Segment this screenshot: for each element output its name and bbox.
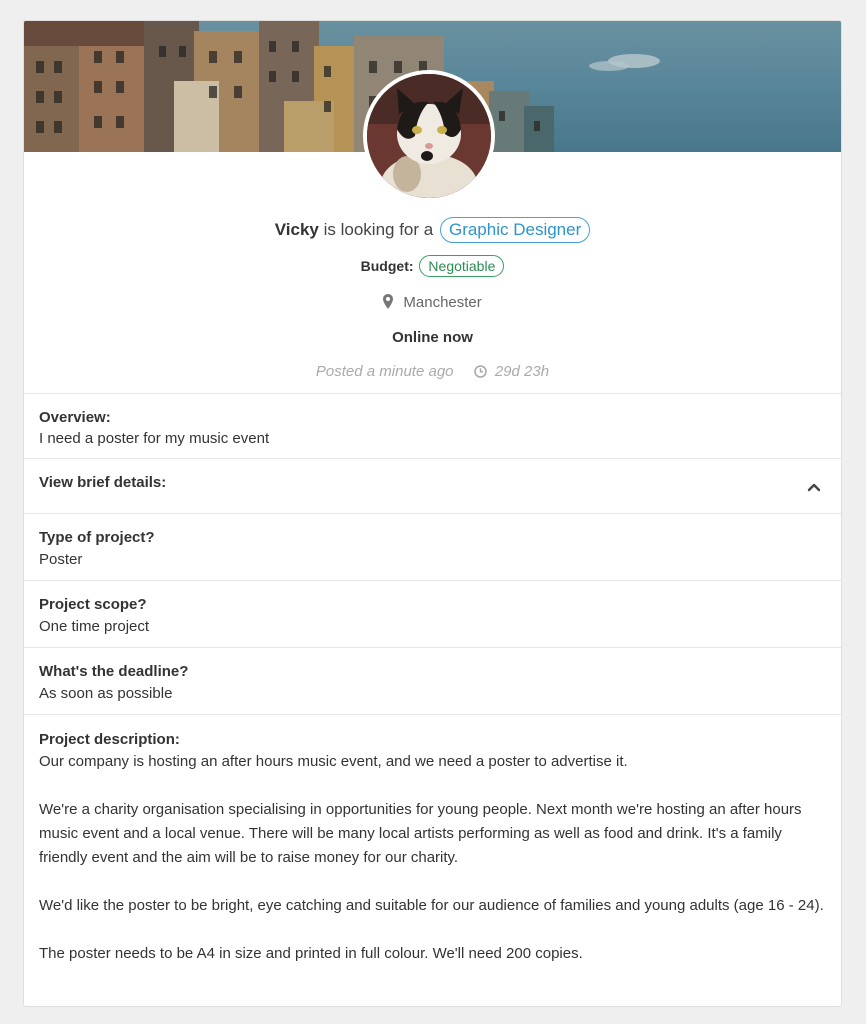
detail-item: Type of project? Poster xyxy=(24,513,841,580)
detail-value: As soon as possible xyxy=(39,685,173,702)
detail-item: Project scope? One time project xyxy=(24,580,841,647)
detail-label: What's the deadline? xyxy=(39,663,189,680)
avatar[interactable] xyxy=(363,70,495,202)
brief-label: View brief details: xyxy=(39,474,167,491)
description-paragraph: Our company is hosting an after hours mu… xyxy=(39,753,628,770)
budget-badge: Negotiable xyxy=(419,255,505,277)
overview-value: I need a poster for my music event xyxy=(39,430,270,447)
detail-value: One time project xyxy=(39,618,150,635)
budget-label: Budget: xyxy=(360,258,414,274)
location-text: Manchester xyxy=(403,294,482,311)
time-left: 29d 23h xyxy=(494,363,550,380)
detail-item: What's the deadline? As soon as possible xyxy=(24,647,841,714)
detail-label: Project scope? xyxy=(39,596,147,613)
view-brief-toggle[interactable]: View brief details: xyxy=(24,458,841,513)
chevron-up-icon[interactable] xyxy=(807,479,821,497)
clock-icon xyxy=(458,363,495,380)
role-badge[interactable]: Graphic Designer xyxy=(439,217,591,243)
description-section: Project description: Our company is host… xyxy=(24,714,841,979)
brief-sections: Overview: I need a poster for my music e… xyxy=(24,393,841,979)
overview-section: Overview: I need a poster for my music e… xyxy=(24,393,841,458)
client-name[interactable]: Vicky xyxy=(275,220,319,239)
description-label: Project description: xyxy=(39,731,180,748)
detail-value: Poster xyxy=(39,551,83,568)
budget-row: Budget: Negotiable xyxy=(24,255,841,277)
description-paragraph: We'd like the poster to be bright, eye c… xyxy=(39,897,824,914)
description-paragraph: We're a charity organisation specialisin… xyxy=(39,801,802,866)
job-headline: Vicky is looking for a Graphic Designer xyxy=(24,217,841,243)
overview-label: Overview: xyxy=(39,409,111,426)
description-paragraph: The poster needs to be A4 in size and pr… xyxy=(39,945,583,962)
looking-text: is looking for a xyxy=(323,220,434,239)
map-marker-icon xyxy=(383,294,403,311)
detail-label: Type of project? xyxy=(39,529,155,546)
posted-row: Posted a minute ago 29d 23h xyxy=(24,363,841,380)
online-status: Online now xyxy=(392,329,473,346)
job-card: Vicky is looking for a Graphic Designer … xyxy=(23,20,842,1007)
posted-time: Posted a minute ago xyxy=(315,363,454,380)
location-row: Manchester xyxy=(24,294,841,311)
